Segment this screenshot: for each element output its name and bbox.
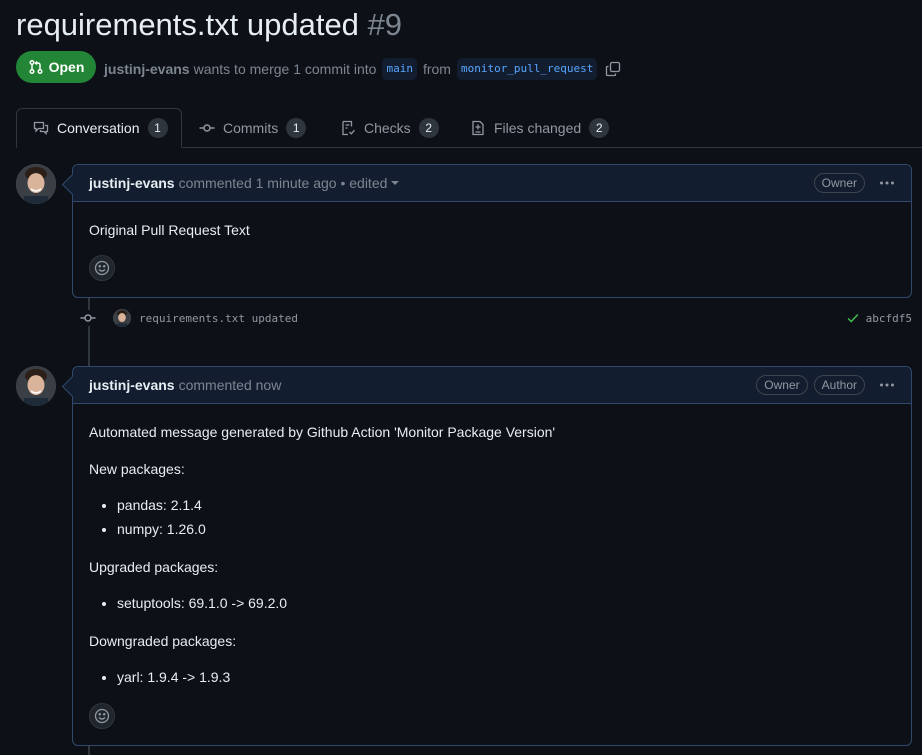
smiley-icon bbox=[94, 708, 110, 724]
list-item: yarl: 1.9.4 -> 1.9.3 bbox=[117, 665, 230, 689]
pr-state-badge: Open bbox=[16, 51, 96, 83]
pr-state-label: Open bbox=[48, 59, 85, 75]
comment-body: Original Pull Request Text bbox=[89, 222, 250, 238]
comment-meta: commented 1 minute ago • edited bbox=[178, 175, 388, 191]
tab-commits[interactable]: Commits 1 bbox=[183, 108, 322, 148]
file-diff-icon bbox=[470, 120, 486, 136]
owner-badge: Owner bbox=[813, 173, 865, 193]
owner-badge: Owner bbox=[756, 375, 808, 395]
comment-author[interactable]: justinj-evans bbox=[89, 377, 175, 393]
tab-checks-label: Checks bbox=[364, 120, 411, 136]
avatar[interactable] bbox=[16, 366, 56, 406]
pr-author-link[interactable]: justinj-evans bbox=[104, 60, 190, 78]
kebab-menu-icon[interactable] bbox=[879, 377, 895, 393]
checklist-icon bbox=[340, 120, 356, 136]
merge-text: wants to merge 1 commit into bbox=[193, 61, 377, 77]
comment-meta: commented now bbox=[178, 377, 282, 393]
tab-conversation-label: Conversation bbox=[57, 120, 140, 136]
from-text: from bbox=[422, 61, 451, 77]
commit-row: requirements.txt updated abcfdf5 bbox=[80, 308, 912, 328]
comment-box: justinj-evans commented now Owner Author… bbox=[61, 366, 912, 746]
downgraded-packages-list: yarl: 1.9.4 -> 1.9.3 bbox=[89, 665, 230, 689]
list-item: setuptools: 69.1.0 -> 69.2.0 bbox=[117, 591, 287, 615]
comment-author[interactable]: justinj-evans bbox=[89, 175, 175, 191]
tab-checks[interactable]: Checks 2 bbox=[324, 108, 455, 148]
comment-discussion-icon bbox=[33, 120, 49, 136]
avatar[interactable] bbox=[113, 309, 131, 327]
smiley-icon bbox=[94, 260, 110, 276]
git-commit-icon bbox=[199, 120, 215, 136]
timeline-line bbox=[88, 745, 90, 755]
upgraded-packages-heading: Upgraded packages: bbox=[89, 559, 219, 575]
add-reaction-button[interactable] bbox=[89, 703, 115, 729]
commit-message[interactable]: requirements.txt updated bbox=[139, 312, 298, 325]
comment-pointer bbox=[61, 173, 84, 196]
commit-sha[interactable]: abcfdf5 bbox=[866, 312, 912, 325]
tab-files-changed[interactable]: Files changed 2 bbox=[454, 108, 625, 148]
avatar[interactable] bbox=[16, 164, 56, 204]
pr-title-text: requirements.txt updated bbox=[16, 7, 359, 42]
tab-commits-count: 1 bbox=[286, 118, 307, 138]
new-packages-heading: New packages: bbox=[89, 461, 185, 477]
comment-box: justinj-evans commented 1 minute ago • e… bbox=[61, 164, 912, 298]
pull-request-icon bbox=[28, 59, 44, 75]
pr-merge-info: justinj-evans wants to merge 1 commit in… bbox=[104, 58, 621, 80]
author-badge: Author bbox=[813, 375, 865, 395]
comment-intro: Automated message generated by Github Ac… bbox=[89, 424, 556, 440]
git-commit-icon bbox=[80, 310, 96, 326]
comment-header: justinj-evans commented now Owner Author bbox=[61, 367, 911, 404]
comment-pointer bbox=[61, 375, 84, 398]
chevron-down-icon[interactable] bbox=[391, 181, 400, 185]
kebab-menu-icon[interactable] bbox=[879, 175, 895, 191]
add-reaction-button[interactable] bbox=[89, 255, 115, 281]
head-branch[interactable]: monitor_pull_request bbox=[456, 58, 598, 80]
list-item: pandas: 2.1.4 bbox=[117, 493, 206, 517]
tab-files-changed-count: 2 bbox=[589, 118, 610, 138]
tab-commits-label: Commits bbox=[223, 120, 279, 136]
downgraded-packages-heading: Downgraded packages: bbox=[89, 633, 237, 649]
copy-icon[interactable] bbox=[605, 61, 621, 77]
tab-files-changed-label: Files changed bbox=[494, 120, 582, 136]
tab-conversation[interactable]: Conversation 1 bbox=[16, 108, 182, 148]
upgraded-packages-list: setuptools: 69.1.0 -> 69.2.0 bbox=[89, 591, 287, 615]
list-item: numpy: 1.26.0 bbox=[117, 517, 206, 541]
pr-title: requirements.txt updated #9 bbox=[16, 6, 402, 44]
comment-header: justinj-evans commented 1 minute ago • e… bbox=[61, 165, 911, 202]
new-packages-list: pandas: 2.1.4 numpy: 1.26.0 bbox=[89, 493, 206, 541]
check-icon[interactable] bbox=[846, 311, 860, 325]
pr-number: #9 bbox=[367, 7, 403, 42]
base-branch[interactable]: main bbox=[382, 58, 417, 80]
commit-status: abcfdf5 bbox=[846, 311, 912, 325]
tab-checks-count: 2 bbox=[418, 118, 439, 138]
tab-conversation-count: 1 bbox=[147, 118, 168, 138]
